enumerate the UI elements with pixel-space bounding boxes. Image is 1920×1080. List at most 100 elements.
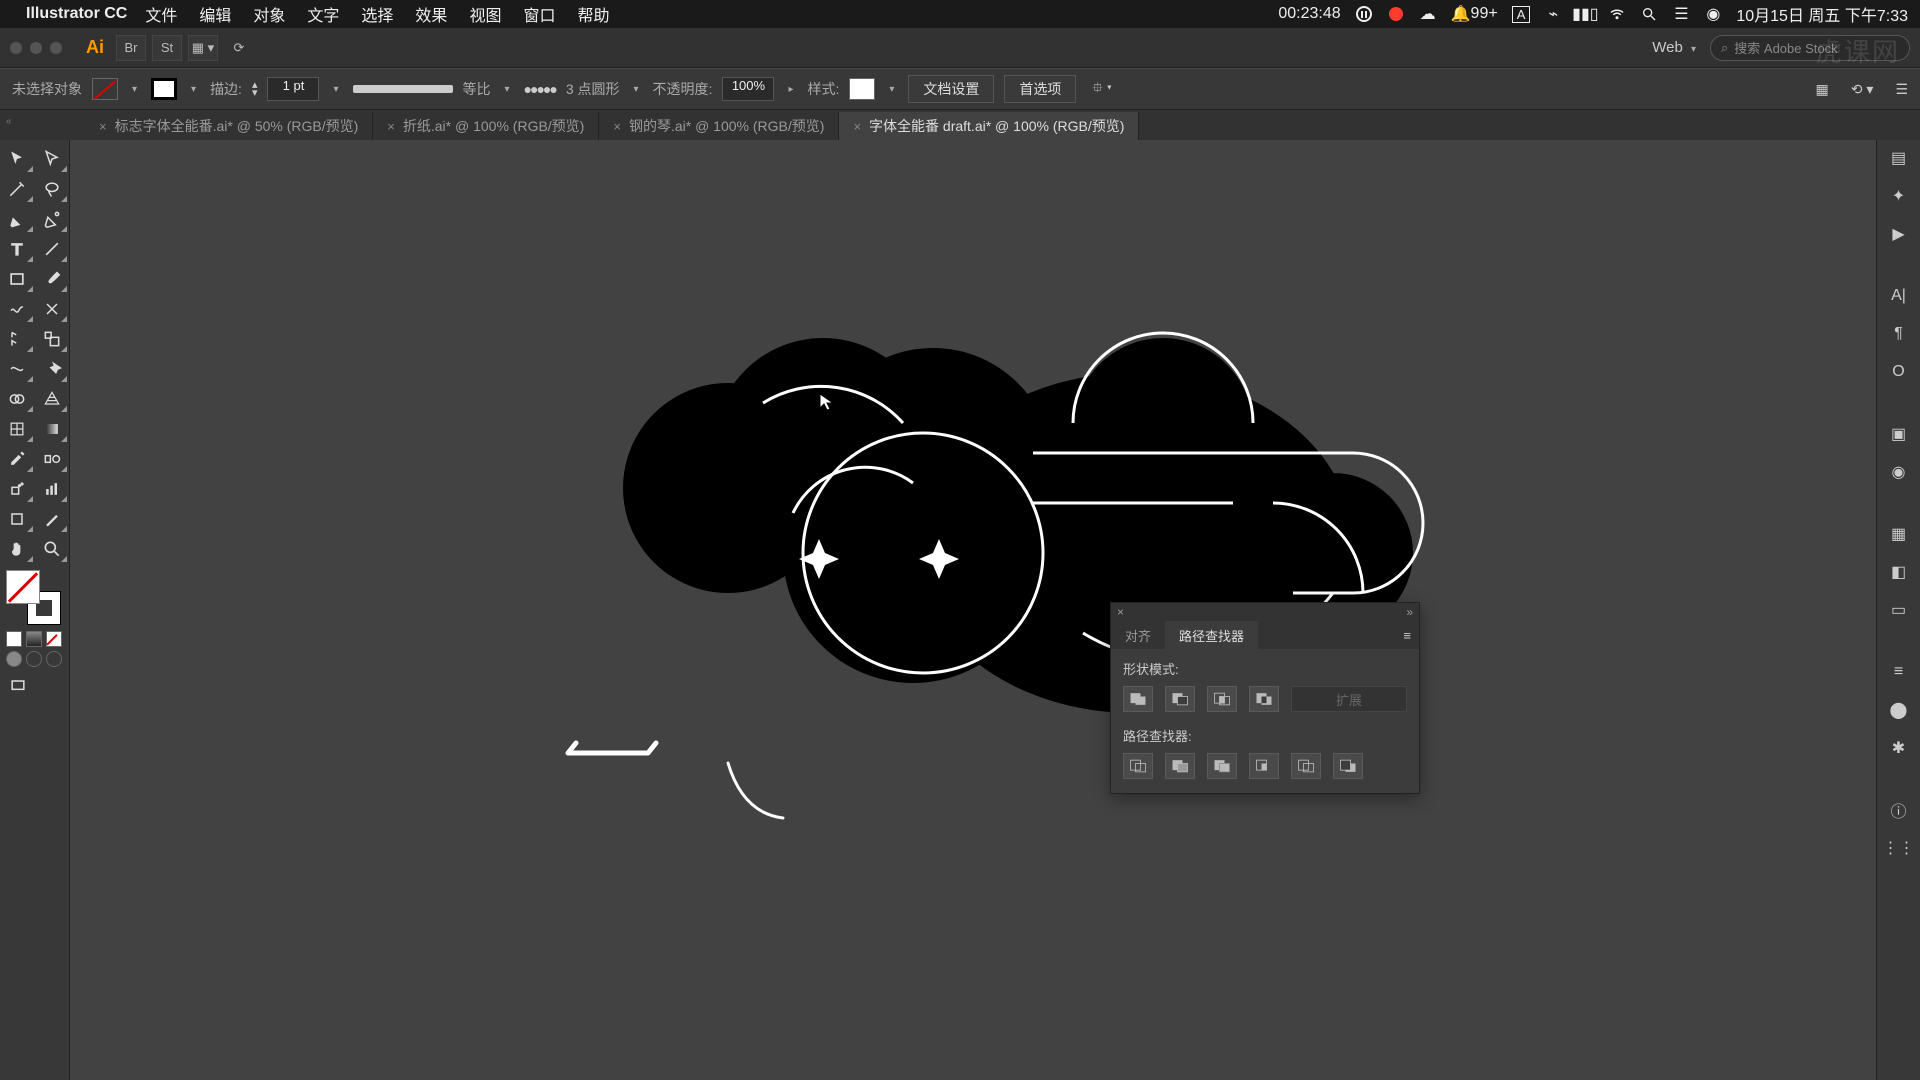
hand-tool[interactable] [0,534,35,564]
menu-file[interactable]: 文件 [145,2,177,26]
stock-button[interactable]: St [152,35,182,61]
unite-button[interactable] [1123,686,1153,712]
eraser-tool[interactable] [35,294,70,324]
menu-type[interactable]: 文字 [307,2,339,26]
document-tab[interactable]: ×折纸.ai* @ 100% (RGB/预览) [373,112,599,140]
tab-align[interactable]: 对齐 [1111,621,1165,649]
document-tab[interactable]: ×字体全能番 draft.ai* @ 100% (RGB/预览) [839,112,1139,140]
opacity-input[interactable]: 100% [722,77,774,101]
direct-selection-tool[interactable] [35,144,70,174]
style-swatch[interactable] [849,78,875,100]
spotlight-icon[interactable] [1640,5,1658,23]
graph-tool[interactable] [35,474,70,504]
notification-icon[interactable]: 🔔99+ [1451,4,1498,24]
minus-back-button[interactable] [1333,753,1363,779]
swatches-panel-icon[interactable]: ▦ [1887,522,1911,546]
document-setup-button[interactable]: 文档设置 [908,75,994,103]
chevron-down-icon[interactable]: ▾ [501,84,514,95]
menu-view[interactable]: 视图 [469,2,501,26]
zoom-tool[interactable] [35,534,70,564]
merge-button[interactable] [1207,753,1237,779]
none-mode-button[interactable] [46,631,62,647]
document-tab[interactable]: ×钢的琴.ai* @ 100% (RGB/预览) [599,112,839,140]
character-panel-icon[interactable]: A| [1887,284,1911,308]
libraries-panel-icon[interactable]: ✦ [1887,184,1911,208]
actions-panel-icon[interactable]: ▶ [1887,222,1911,246]
perspective-tool[interactable] [35,384,70,414]
gradient-tool[interactable] [35,414,70,444]
pause-icon[interactable] [1355,5,1373,23]
gradient-mode-button[interactable] [26,631,42,647]
crop-button[interactable] [1249,753,1279,779]
brushes-panel-icon[interactable]: ⬤ [1887,698,1911,722]
close-icon[interactable]: × [613,119,621,134]
rotate-tool[interactable] [0,324,35,354]
close-icon[interactable]: × [387,119,395,134]
screen-mode-button[interactable] [0,671,35,701]
outline-button[interactable] [1291,753,1321,779]
mesh-tool[interactable] [0,414,35,444]
stroke-swatch[interactable] [151,78,177,100]
close-icon[interactable]: × [99,119,107,134]
document-tab[interactable]: ×标志字体全能番.ai* @ 50% (RGB/预览) [85,112,373,140]
arrange-button[interactable]: ▦ ▾ [188,35,218,61]
slice-tool[interactable] [35,504,70,534]
stroke-weight-input[interactable]: 1 pt [267,77,319,101]
menu-effect[interactable]: 效果 [415,2,447,26]
panel-menu-icon[interactable]: ≡ [1395,628,1419,643]
preferences-button[interactable]: 首选项 [1004,75,1076,103]
align-panel-icon[interactable]: ⋮⋮ [1887,836,1911,860]
lasso-tool[interactable] [35,174,70,204]
magic-wand-tool[interactable] [0,174,35,204]
menu-window[interactable]: 窗口 [523,2,555,26]
menu-help[interactable]: 帮助 [577,2,609,26]
transform-button[interactable]: ⟲ ▾ [1851,81,1874,98]
wechat-icon[interactable]: ☁ [1419,5,1437,23]
collapse-icon[interactable]: » [1406,605,1413,619]
rectangle-tool[interactable] [0,264,35,294]
input-source-icon[interactable]: A [1512,6,1531,23]
scale-tool[interactable] [35,324,70,354]
free-transform-tool[interactable] [35,354,70,384]
stroke-panel-icon[interactable]: ≡ [1887,660,1911,684]
siri-icon[interactable]: ◉ [1704,5,1722,23]
isolate-button[interactable]: ⯐ ▾ [1092,77,1112,101]
menu-edit[interactable]: 编辑 [199,2,231,26]
minus-front-button[interactable] [1165,686,1195,712]
intersect-button[interactable] [1207,686,1237,712]
color-mode-button[interactable] [6,631,22,647]
chevron-down-icon[interactable]: ▾ [630,84,643,95]
divide-button[interactable] [1123,753,1153,779]
selection-tool[interactable] [0,144,35,174]
symbols-panel-icon[interactable]: ✱ [1887,736,1911,760]
opentype-panel-icon[interactable]: O [1887,360,1911,384]
panel-menu-icon[interactable]: ☰ [1895,81,1908,98]
tab-pathfinder[interactable]: 路径查找器 [1165,621,1258,649]
menu-object[interactable]: 对象 [253,2,285,26]
properties-panel-icon[interactable]: ▤ [1887,146,1911,170]
symbol-sprayer-tool[interactable] [0,474,35,504]
width-tool[interactable] [0,354,35,384]
draw-normal-button[interactable] [6,651,22,667]
blend-tool[interactable] [35,444,70,474]
control-center-icon[interactable]: ☰ [1672,5,1690,23]
appearance-panel-icon[interactable]: ◉ [1887,460,1911,484]
draw-inside-button[interactable] [46,651,62,667]
gradient-panel-icon[interactable]: ▭ [1887,598,1911,622]
curvature-tool[interactable] [35,204,70,234]
draw-behind-button[interactable] [26,651,42,667]
menu-select[interactable]: 选择 [361,2,393,26]
bridge-button[interactable]: Br [116,35,146,61]
chevron-down-icon[interactable]: ▾ [329,84,342,95]
stroke-stepper-icon[interactable]: ▴▾ [252,81,258,97]
wifi-icon[interactable] [1608,5,1626,23]
window-controls[interactable] [10,42,62,54]
artboard-tool[interactable] [0,504,35,534]
paintbrush-tool[interactable] [35,264,70,294]
chevron-right-icon[interactable]: ▸ [784,84,797,95]
fill-box[interactable] [6,570,40,604]
workspace-switcher[interactable]: Web ▾ [1642,35,1710,60]
shaper-tool[interactable] [0,294,35,324]
clock[interactable]: 10月15日 周五 下午7:33 [1736,2,1908,26]
chevron-down-icon[interactable]: ▾ [885,84,898,95]
